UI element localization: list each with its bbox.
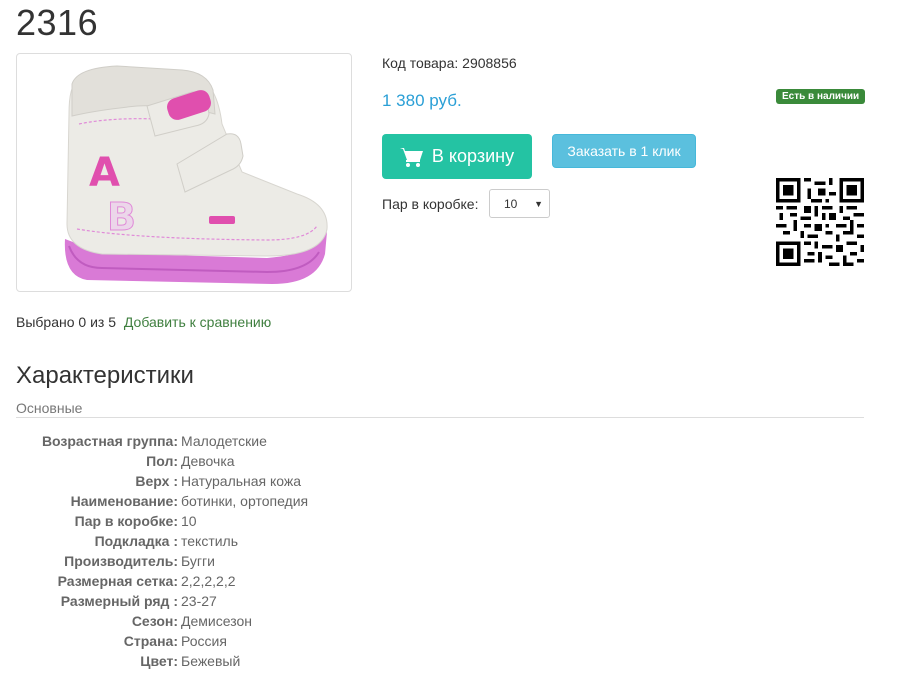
spec-value: текстиль — [181, 533, 239, 549]
spec-key: Производитель: — [64, 553, 178, 569]
spec-value: 10 — [181, 513, 197, 529]
specs-divider — [16, 417, 864, 418]
qr-code-icon — [776, 178, 864, 266]
spec-row: Размерная сетка: 2,2,2,2,2 — [16, 571, 616, 591]
spec-row: Возрастная группа: Малодетские — [16, 431, 616, 451]
specs-group-title: Основные — [16, 400, 83, 416]
caret-down-icon: ▼ — [534, 199, 543, 209]
spec-row: Цвет: Бежевый — [16, 651, 616, 671]
cart-icon — [399, 147, 423, 167]
spec-value: 2,2,2,2,2 — [181, 573, 236, 589]
spec-key: Цвет: — [140, 653, 178, 669]
product-title: 2316 — [16, 2, 99, 43]
spec-value: Россия — [181, 633, 227, 649]
pairs-per-box-label: Пар в коробке: — [382, 196, 479, 212]
spec-value: Демисезон — [181, 613, 252, 629]
spec-row: Страна: Россия — [16, 631, 616, 651]
spec-key: Пар в коробке: — [74, 513, 178, 529]
spec-value: Бугги — [181, 553, 215, 569]
add-to-cart-label: В корзину — [431, 146, 515, 166]
sku-value: 2908856 — [462, 55, 517, 71]
spec-key: Подкладка : — [94, 533, 178, 549]
spec-key: Размерная сетка: — [57, 573, 178, 589]
stock-badge: Есть в наличии — [776, 89, 866, 104]
spec-row: Размерный ряд :23-27 — [16, 591, 616, 611]
one-click-order-button[interactable]: Заказать в 1 клик — [552, 134, 696, 168]
spec-key: Сезон: — [131, 613, 178, 629]
product-sku: Код товара: 2908856 — [382, 55, 517, 71]
boot-letter-a: A — [89, 150, 120, 196]
spec-row: Подкладка : текстиль — [16, 531, 616, 551]
spec-key: Пол: — [146, 453, 178, 469]
spec-value: Малодетские — [181, 433, 267, 449]
boot-letter-b: B — [107, 195, 136, 239]
spec-row: Наименование: ботинки, ортопедия — [16, 491, 616, 511]
compare-selected-count: Выбрано 0 из 5 — [16, 314, 116, 330]
pairs-per-box-select[interactable]: 10 ▼ — [489, 189, 550, 218]
product-price: 1 380 руб. — [382, 91, 462, 110]
spec-row: Сезон: Демисезон — [16, 611, 616, 631]
spec-key: Размерный ряд : — [60, 593, 178, 609]
add-to-compare-link[interactable]: Добавить к сравнению — [124, 314, 271, 330]
boot-illustration: A B — [64, 65, 328, 284]
add-to-cart-button[interactable]: В корзину — [382, 134, 532, 179]
spec-row: Пар в коробке: 10 — [16, 511, 616, 531]
sku-label: Код товара: — [382, 55, 459, 71]
spec-row: Верх : Натуральная кожа — [16, 471, 616, 491]
spec-value: ботинки, ортопедия — [181, 493, 309, 509]
specs-title: Характеристики — [16, 362, 194, 389]
spec-key: Наименование: — [70, 493, 178, 509]
spec-row: Производитель: Бугги — [16, 551, 616, 571]
spec-value: 23-27 — [181, 593, 217, 609]
spec-value: Девочка — [181, 453, 235, 469]
product-image[interactable]: A B — [16, 53, 352, 292]
spec-key: Возрастная группа: — [41, 433, 178, 449]
spec-value: Бежевый — [181, 653, 241, 669]
specs-table: Возрастная группа: Малодетские Пол: Девочк… — [16, 431, 616, 671]
spec-key: Страна: — [123, 633, 178, 649]
spec-key: Верх : — [135, 473, 178, 489]
pairs-selected-value: 10 — [504, 196, 518, 211]
compare-row: Выбрано 0 из 5 Добавить к сравнению — [16, 314, 271, 330]
spec-row: Пол: Девочка — [16, 451, 616, 471]
spec-value: Натуральная кожа — [181, 473, 302, 489]
